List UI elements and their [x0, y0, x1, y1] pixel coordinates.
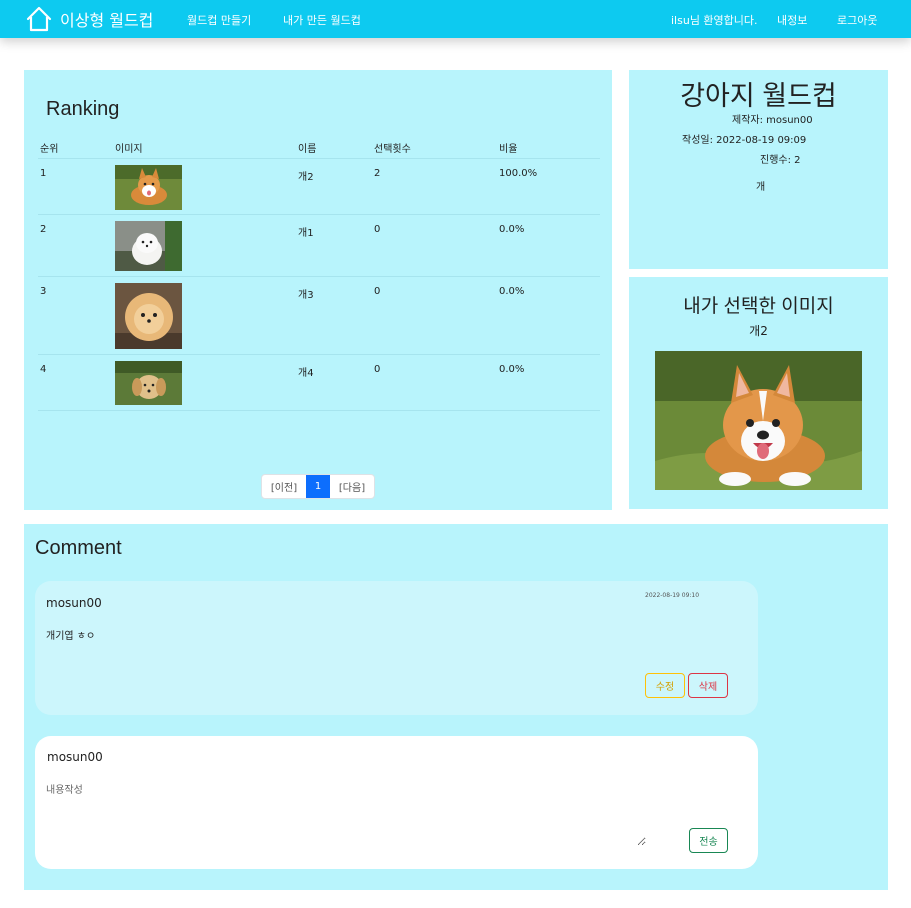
golden-retriever-puppy-photo	[115, 361, 182, 405]
header-image: 이미지	[115, 144, 143, 155]
ranking-title: Ranking	[46, 98, 120, 120]
selected-title: 내가 선택한 이미지	[683, 296, 834, 317]
delete-comment-button[interactable]: 삭제	[688, 673, 728, 698]
pagination: [이전] 1 [다음]	[261, 474, 375, 499]
header-ratio: 비율	[499, 144, 518, 155]
comment-form: mosun00 전송	[35, 736, 758, 869]
white-pomeranian-photo	[115, 221, 182, 271]
brand-name: 이상형 월드컵	[60, 11, 154, 30]
ranking-panel: Ranking 순위 이미지 이름 선택횟수 비율 1 개2 2 100.0% …	[24, 70, 612, 510]
nav-logout[interactable]: 로그아웃	[837, 12, 877, 28]
nav-profile[interactable]: 내정보	[777, 12, 807, 28]
ratio-cell: 100.0%	[499, 168, 538, 179]
comment-text: 개기엽 ㅎㅇ	[46, 631, 96, 642]
pagination-next[interactable]: [다음]	[330, 475, 374, 498]
count-cell: 0	[374, 364, 381, 375]
navbar: 이상형 월드컵 월드컵 만들기 내가 만든 월드컵 ilsu님 환영합니다. 내…	[0, 0, 911, 38]
header-rank: 순위	[40, 144, 59, 155]
count-cell: 2	[374, 168, 381, 179]
pagination-page-1[interactable]: 1	[306, 475, 330, 498]
comment-date: 2022-08-19 09:10	[645, 592, 700, 599]
fluffy-pomeranian-photo	[115, 283, 182, 349]
selected-image-panel: 내가 선택한 이미지 개2	[629, 277, 888, 509]
ratio-cell: 0.0%	[499, 224, 525, 235]
comment-form-author: mosun00	[47, 750, 103, 764]
header-count: 선택횟수	[374, 144, 411, 155]
worldcup-info-panel: 강아지 월드컵 제작자: mosun00 작성일: 2022-08-19 09:…	[629, 70, 888, 269]
submit-comment-button[interactable]: 전송	[689, 828, 728, 853]
name-cell: 개2	[298, 172, 314, 183]
rank-cell: 4	[40, 364, 47, 375]
welcome-text: ilsu님 환영합니다.	[671, 14, 758, 27]
ratio-cell: 0.0%	[499, 286, 525, 297]
comment-card: mosun00 2022-08-19 09:10 개기엽 ㅎㅇ 수정 삭제	[35, 581, 758, 715]
header-name: 이름	[298, 144, 317, 155]
name-cell: 개3	[298, 290, 314, 301]
brand-link[interactable]: 이상형 월드컵	[26, 5, 153, 33]
rank-cell: 3	[40, 286, 47, 297]
pagination-prev[interactable]: [이전]	[262, 475, 306, 498]
worldcup-description: 개	[756, 182, 766, 193]
table-divider	[38, 276, 600, 277]
table-divider	[38, 410, 600, 411]
created-date-text: 작성일: 2022-08-19 09:09	[682, 135, 807, 146]
count-cell: 0	[374, 286, 381, 297]
comment-title: Comment	[35, 537, 122, 559]
table-divider	[38, 158, 600, 159]
name-cell: 개4	[298, 368, 314, 379]
edit-comment-button[interactable]: 수정	[645, 673, 685, 698]
rank-cell: 2	[40, 224, 47, 235]
nav-my-worldcups[interactable]: 내가 만든 월드컵	[283, 12, 361, 28]
table-divider	[38, 354, 600, 355]
nav-create-worldcup[interactable]: 월드컵 만들기	[187, 12, 251, 28]
corgi-photo	[115, 165, 182, 210]
count-cell: 0	[374, 224, 381, 235]
selected-name: 개2	[749, 324, 768, 338]
comment-author: mosun00	[46, 596, 102, 610]
selected-corgi-photo	[655, 351, 862, 490]
ratio-cell: 0.0%	[499, 364, 525, 375]
worldcup-title: 강아지 월드컵	[680, 81, 837, 111]
home-icon	[26, 6, 52, 32]
table-divider	[38, 214, 600, 215]
name-cell: 개1	[298, 228, 314, 239]
play-count-text: 진행수: 2	[760, 155, 801, 166]
creator-text: 제작자: mosun00	[732, 115, 813, 126]
rank-cell: 1	[40, 168, 47, 179]
comment-input[interactable]	[46, 781, 646, 846]
comment-panel: Comment mosun00 2022-08-19 09:10 개기엽 ㅎㅇ …	[24, 524, 888, 890]
